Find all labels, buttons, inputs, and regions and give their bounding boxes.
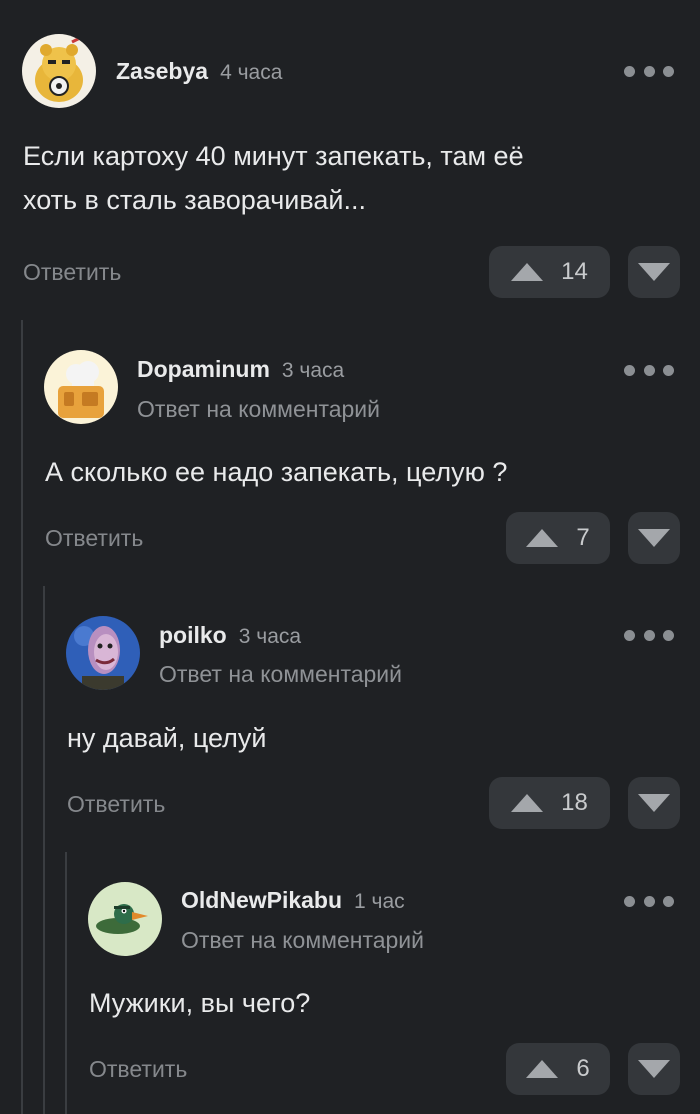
upvote-arrow-icon — [526, 529, 559, 547]
vote-count: 6 — [576, 1055, 590, 1082]
comment-author[interactable]: OldNewPikabu 1 час — [181, 887, 405, 914]
reply-to-link[interactable]: Ответ на комментарий — [137, 396, 380, 423]
reply-button[interactable]: Ответить — [67, 791, 165, 818]
duck-avatar-icon — [88, 882, 162, 956]
reply-to-link[interactable]: Ответ на комментарий — [181, 927, 424, 954]
avatar[interactable] — [22, 34, 96, 108]
more-dots-icon[interactable] — [624, 362, 674, 378]
comment-text: ну давай, целуй — [67, 716, 266, 760]
more-dots-icon[interactable] — [624, 63, 674, 79]
upvote-button[interactable]: 6 — [506, 1043, 610, 1095]
more-dots-icon[interactable] — [624, 893, 674, 909]
downvote-arrow-icon — [638, 1060, 670, 1078]
vote-count: 18 — [561, 789, 588, 816]
reply-button[interactable]: Ответить — [23, 259, 121, 286]
comment-author[interactable]: Zasebya 4 часа — [116, 58, 282, 85]
portrait-avatar-icon — [66, 616, 140, 690]
avatar[interactable] — [88, 882, 162, 956]
thread-line-level-2 — [43, 586, 45, 1114]
vote-count: 14 — [561, 258, 588, 285]
comment-time: 3 часа — [238, 625, 302, 648]
upvote-arrow-icon — [526, 1060, 559, 1078]
downvote-button[interactable] — [628, 246, 680, 298]
comment-time: 1 час — [354, 890, 405, 913]
downvote-button[interactable] — [628, 1043, 680, 1095]
comment-text-line: Если картоху 40 минут запекать, там её — [23, 141, 524, 171]
thread-line-level-1 — [21, 320, 23, 1114]
thread-line-level-3 — [65, 852, 67, 1114]
downvote-arrow-icon — [638, 794, 670, 812]
bear-avatar-icon — [22, 34, 96, 108]
downvote-button[interactable] — [628, 512, 680, 564]
downvote-button[interactable] — [628, 777, 680, 829]
upvote-button[interactable]: 18 — [489, 777, 610, 829]
comment-time: 3 часа — [281, 359, 345, 382]
comment-author[interactable]: poilko 3 часа — [159, 622, 301, 649]
toaster-avatar-icon — [44, 350, 118, 424]
comment-text: Мужики, вы чего? — [89, 981, 310, 1025]
reply-to-link[interactable]: Ответ на комментарий — [159, 661, 402, 688]
downvote-arrow-icon — [638, 529, 670, 547]
avatar[interactable] — [66, 616, 140, 690]
reply-button[interactable]: Ответить — [89, 1056, 187, 1083]
upvote-arrow-icon — [511, 794, 544, 812]
comment-text-line: Мужики, вы чего? — [89, 988, 311, 1018]
comment-text-line: хоть в сталь заворачивай... — [23, 185, 366, 215]
comment-text: Если картоху 40 минут запекать, там её х… — [23, 134, 524, 222]
reply-button[interactable]: Ответить — [45, 525, 143, 552]
more-dots-icon[interactable] — [624, 627, 674, 643]
comment-text-line: А сколько ее надо запекать, целую ? — [45, 457, 508, 487]
comment-text-line: ну давай, целуй — [67, 723, 267, 753]
vote-count: 7 — [576, 524, 590, 551]
comment-text: А сколько ее надо запекать, целую ? — [45, 450, 507, 494]
upvote-arrow-icon — [511, 263, 544, 281]
comment-time: 4 часа — [220, 61, 283, 84]
upvote-button[interactable]: 14 — [489, 246, 610, 298]
avatar[interactable] — [44, 350, 118, 424]
upvote-button[interactable]: 7 — [506, 512, 610, 564]
comment-author[interactable]: Dopaminum 3 часа — [137, 356, 344, 383]
downvote-arrow-icon — [638, 263, 670, 281]
